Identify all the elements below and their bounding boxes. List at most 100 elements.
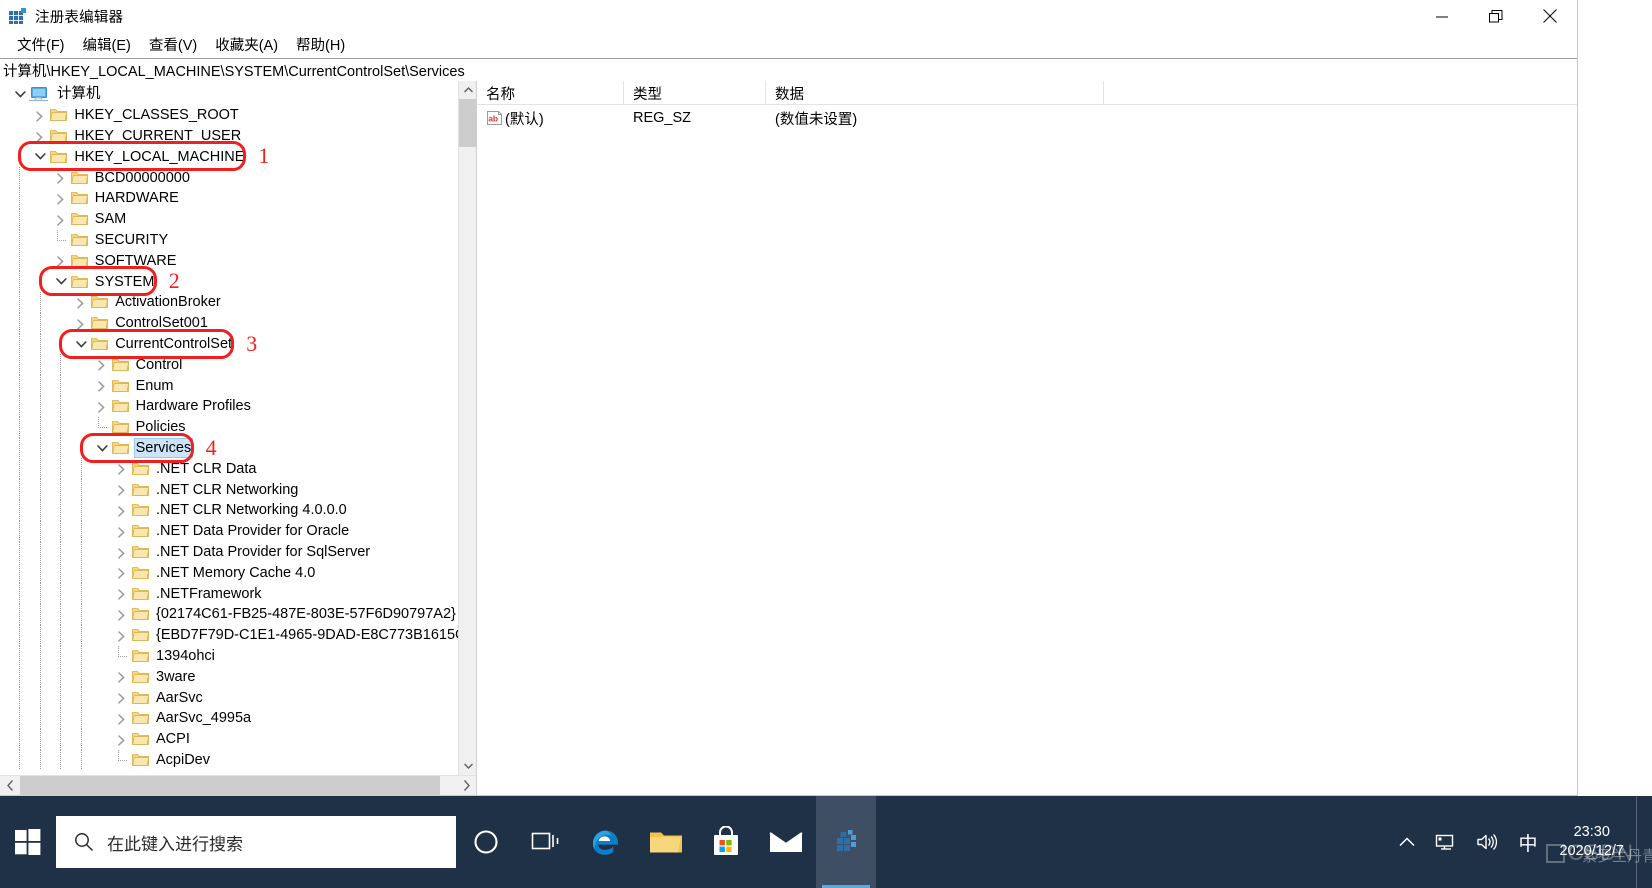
tree-node[interactable]: HKEY_CURRENT_USER — [0, 126, 458, 147]
scroll-up-button[interactable] — [459, 81, 477, 99]
menu-file[interactable]: 文件(F) — [8, 32, 74, 57]
chevron-down-icon[interactable] — [12, 84, 28, 105]
tree-node[interactable]: SECURITY — [0, 229, 458, 251]
tree-node[interactable]: .NET CLR Networking — [0, 479, 458, 500]
close-button[interactable] — [1523, 0, 1577, 32]
tree-node[interactable]: Control — [0, 354, 458, 376]
show-desktop-button[interactable] — [1636, 796, 1648, 888]
task-view-button[interactable] — [516, 796, 576, 888]
registry-editor-taskbar-button[interactable] — [816, 796, 876, 888]
menu-favorites[interactable]: 收藏夹(A) — [206, 32, 287, 57]
tree-node[interactable]: .NETFramework — [0, 583, 458, 604]
chevron-right-icon[interactable] — [114, 500, 130, 521]
menu-edit[interactable]: 编辑(E) — [74, 32, 140, 57]
chevron-right-icon[interactable] — [94, 375, 110, 396]
tree-node[interactable]: Policies — [0, 416, 458, 438]
chevron-right-icon[interactable] — [94, 354, 110, 375]
tree-node[interactable]: .NET CLR Networking 4.0.0.0 — [0, 499, 458, 521]
tree-scroll-thumb[interactable] — [459, 99, 477, 147]
scroll-right-button[interactable] — [456, 776, 476, 796]
tree-node[interactable]: SOFTWARE — [0, 250, 458, 272]
tree-node[interactable]: Hardware Profiles — [0, 395, 458, 417]
microsoft-store-button[interactable] — [696, 796, 756, 888]
restore-button[interactable] — [1469, 0, 1523, 32]
tree-node[interactable]: 1394ohci — [0, 645, 458, 667]
clock[interactable]: 23:30 2020/12/7 紫罗兰丹青 — [1547, 823, 1652, 865]
mail-button[interactable] — [756, 796, 816, 888]
taskbar-search[interactable]: 在此键入进行搜索 — [56, 816, 456, 868]
chevron-right-icon[interactable] — [53, 188, 69, 209]
tree-node[interactable]: CurrentControlSet — [0, 333, 458, 355]
file-explorer-button[interactable] — [636, 796, 696, 888]
tree-node[interactable]: Enum — [0, 375, 458, 396]
hscroll-thumb[interactable] — [20, 775, 440, 796]
chevron-down-icon[interactable] — [32, 146, 48, 167]
chevron-right-icon[interactable] — [114, 666, 130, 687]
chevron-right-icon[interactable] — [114, 583, 130, 604]
tree-node[interactable]: .NET Data Provider for Oracle — [0, 520, 458, 542]
column-header-data[interactable]: 数据 — [766, 81, 1104, 105]
minimize-button[interactable] — [1415, 0, 1469, 32]
chevron-right-icon[interactable] — [114, 542, 130, 563]
chevron-right-icon[interactable] — [114, 625, 130, 646]
tree-node[interactable]: SAM — [0, 208, 458, 230]
column-header-type[interactable]: 类型 — [624, 81, 766, 105]
key-tree: 计算机 HKEY_CLASSES_ROOT HKEY_CURRENT_USER HKE… — [0, 81, 458, 771]
chevron-right-icon[interactable] — [114, 458, 130, 479]
chevron-down-icon[interactable] — [53, 271, 69, 292]
tree-node[interactable]: ActivationBroker — [0, 291, 458, 313]
tree-node[interactable]: Services — [0, 437, 458, 459]
value-row[interactable]: ab (默认) REG_SZ (数值未设置) — [477, 105, 1577, 131]
chevron-right-icon[interactable] — [53, 250, 69, 271]
tree-node[interactable]: ControlSet001 — [0, 312, 458, 334]
hscroll-track[interactable] — [20, 775, 456, 796]
tree-node[interactable]: .NET Data Provider for SqlServer — [0, 541, 458, 563]
chevron-right-icon[interactable] — [73, 292, 89, 313]
chevron-right-icon[interactable] — [114, 562, 130, 583]
volume-button[interactable] — [1466, 796, 1508, 888]
column-header-name[interactable]: 名称 — [477, 81, 624, 105]
address-bar[interactable]: 计算机\HKEY_LOCAL_MACHINE\SYSTEM\CurrentCon… — [0, 58, 1577, 82]
chevron-right-icon[interactable] — [114, 604, 130, 625]
chevron-right-icon[interactable] — [32, 126, 48, 147]
scroll-down-button[interactable] — [459, 757, 477, 775]
chevron-down-icon[interactable] — [94, 438, 110, 459]
cortana-button[interactable] — [456, 796, 516, 888]
tree-horizontal-scrollbar[interactable] — [0, 775, 476, 796]
chevron-right-icon[interactable] — [53, 167, 69, 188]
chevron-right-icon[interactable] — [114, 521, 130, 542]
chevron-right-icon[interactable] — [114, 687, 130, 708]
tree-node[interactable]: HKEY_CLASSES_ROOT — [0, 105, 458, 126]
tree-node[interactable]: 计算机 — [0, 84, 458, 105]
scroll-left-button[interactable] — [0, 776, 20, 796]
tree-node[interactable]: AarSvc_4995a — [0, 707, 458, 729]
tree-node[interactable]: {EBD7F79D-C1E1-4965-9DAD-E8C773B1615C} — [0, 624, 458, 646]
tree-node[interactable]: .NET Memory Cache 4.0 — [0, 562, 458, 584]
ime-indicator[interactable]: 中 — [1508, 829, 1547, 856]
tree-node[interactable]: AcpiDev — [0, 749, 458, 771]
tree-vertical-scrollbar[interactable] — [458, 81, 477, 775]
show-hidden-icons-button[interactable] — [1390, 796, 1424, 888]
tree-node[interactable]: BCD00000000 — [0, 167, 458, 188]
chevron-down-icon[interactable] — [73, 334, 89, 355]
tree-node[interactable]: {02174C61-FB25-487E-803E-57F6D90797A2} — [0, 603, 458, 625]
edge-button[interactable] — [576, 796, 636, 888]
tree-node[interactable]: HARDWARE — [0, 187, 458, 209]
chevron-right-icon[interactable] — [94, 396, 110, 417]
chevron-right-icon[interactable] — [114, 708, 130, 729]
menu-help[interactable]: 帮助(H) — [287, 32, 354, 57]
tree-node[interactable]: AarSvc — [0, 687, 458, 708]
tree-node[interactable]: .NET CLR Data — [0, 458, 458, 480]
tree-node[interactable]: 3ware — [0, 666, 458, 688]
tree-node[interactable]: HKEY_LOCAL_MACHINE — [0, 146, 458, 167]
chevron-right-icon[interactable] — [114, 729, 130, 750]
chevron-right-icon[interactable] — [73, 313, 89, 334]
tree-node[interactable]: ACPI — [0, 728, 458, 750]
chevron-right-icon[interactable] — [114, 479, 130, 500]
tree-node[interactable]: SYSTEM — [0, 271, 458, 292]
chevron-right-icon[interactable] — [32, 105, 48, 126]
menu-view[interactable]: 查看(V) — [140, 32, 206, 57]
start-button[interactable] — [0, 796, 56, 888]
network-button[interactable] — [1424, 796, 1466, 888]
chevron-right-icon[interactable] — [53, 209, 69, 230]
